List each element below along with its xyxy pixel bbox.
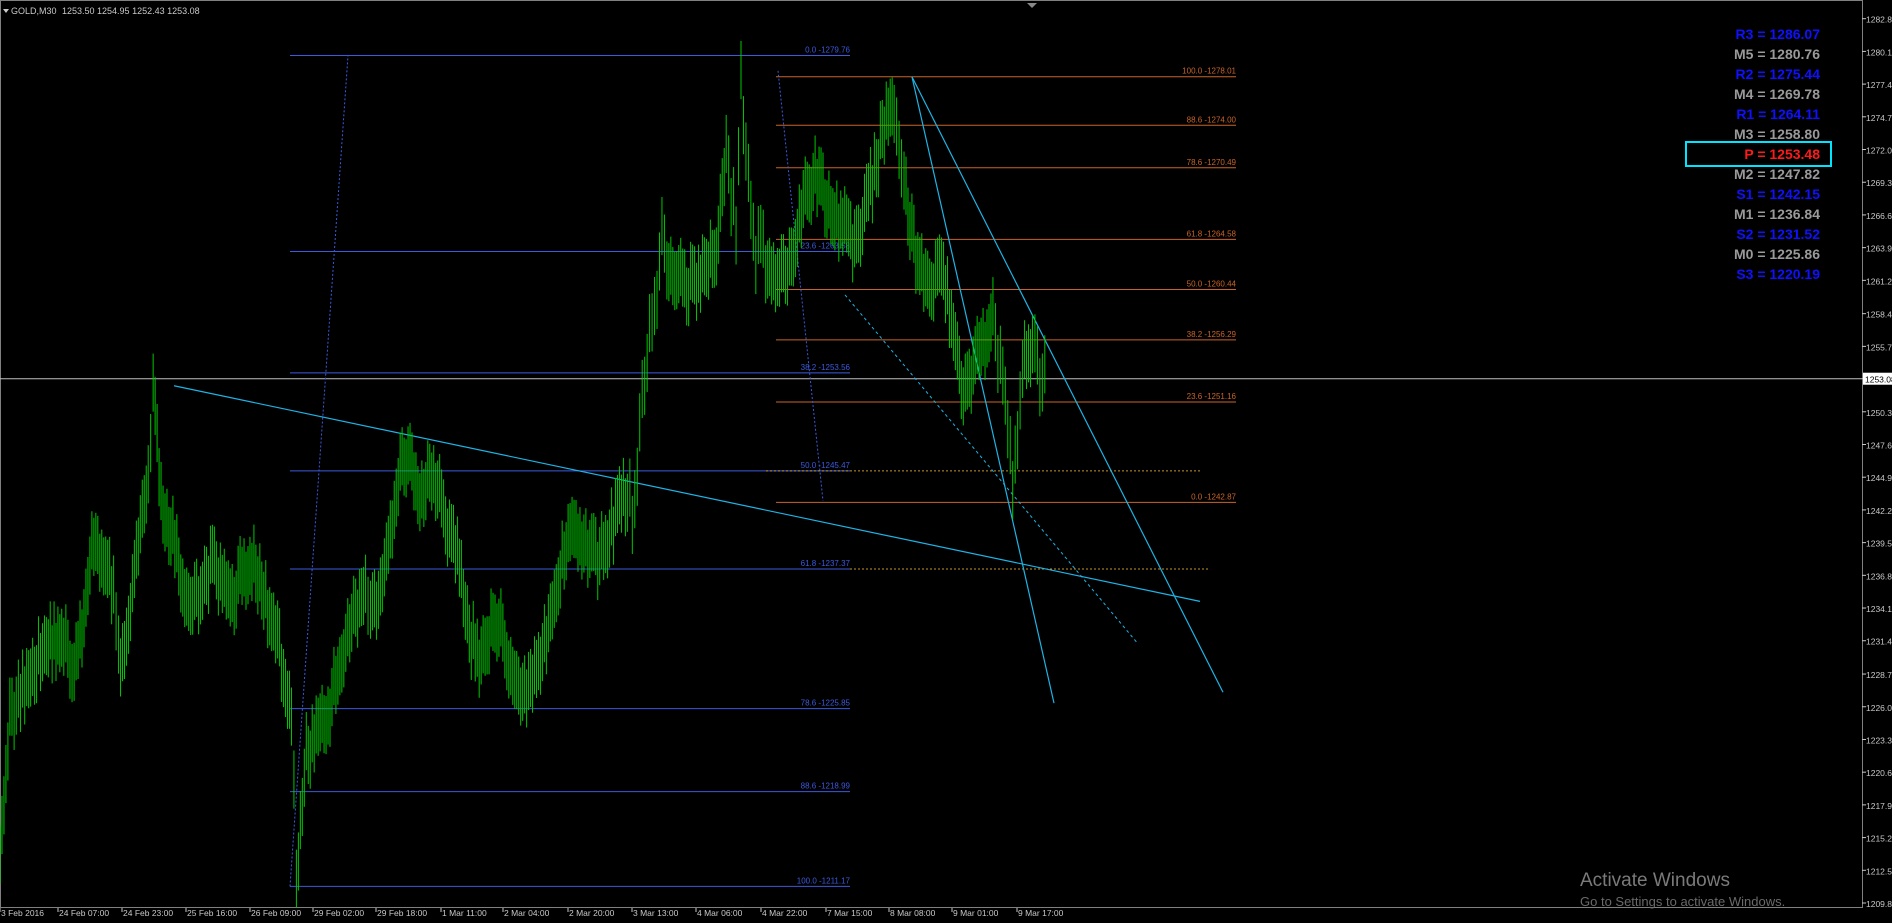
- y-tick-label: 1282.80: [1866, 15, 1892, 25]
- pivot-r2-label: R2 = 1275.44: [1736, 66, 1821, 82]
- watermark-title: Activate Windows: [1580, 870, 1730, 891]
- x-tick-label: 29 Feb 18:00: [377, 908, 427, 918]
- fib-retracement-label: 61.8 -1237.37: [801, 559, 851, 568]
- ohlc-readout: 1253.50 1254.95 1252.43 1253.08: [62, 6, 200, 16]
- fib-retracement-label: 0.0 -1279.76: [805, 46, 850, 55]
- fib-extension-anchor: [777, 70, 824, 501]
- pivot-m2-label: M2 = 1247.82: [1734, 166, 1820, 182]
- x-tick-label: 29 Feb 02:00: [314, 908, 364, 918]
- fib-extension-label: 50.0 -1260.44: [1187, 280, 1237, 289]
- x-tick-label: 3 Mar 13:00: [633, 908, 679, 918]
- x-tick-label: 7 Mar 15:00: [827, 908, 873, 918]
- x-tick-label: 3 Feb 2016: [1, 908, 44, 918]
- pivot-r3-label: R3 = 1286.07: [1736, 26, 1821, 42]
- y-tick-label: 1239.55: [1866, 539, 1892, 549]
- fib-retracement-label: 78.6 -1225.85: [801, 699, 851, 708]
- y-tick-label: 1236.85: [1866, 571, 1892, 581]
- pivot-s3-label: S3 = 1220.19: [1736, 266, 1820, 282]
- y-tick-label: 1280.10: [1866, 47, 1892, 57]
- y-tick-label: 1247.65: [1866, 440, 1892, 450]
- pivot-m5-label: M5 = 1280.76: [1734, 46, 1820, 62]
- fib-extension-label: 78.6 -1270.49: [1187, 158, 1237, 167]
- y-tick-label: 1209.80: [1866, 899, 1892, 909]
- pivot-r1-label: R1 = 1264.11: [1736, 106, 1820, 122]
- fib-extension-label: 0.0 -1242.87: [1191, 492, 1236, 501]
- fib-retracement-label: 50.0 -1245.47: [801, 461, 851, 470]
- y-tick-label: 1242.25: [1866, 506, 1892, 516]
- x-tick-label: 9 Mar 17:00: [1018, 908, 1064, 918]
- x-tick-label: 4 Mar 22:00: [762, 908, 808, 918]
- pivot-m3-label: M3 = 1258.80: [1734, 126, 1820, 142]
- pivot-m1-label: M1 = 1236.84: [1734, 206, 1820, 222]
- fib-retracement-label: 100.0 -1211.17: [797, 876, 851, 885]
- x-tick-label: 2 Mar 04:00: [504, 908, 550, 918]
- y-tick-label: 1272.00: [1866, 146, 1892, 156]
- x-tick-label: 9 Mar 01:00: [953, 908, 999, 918]
- trendline-channel-left: [911, 76, 1055, 704]
- fib-extension-label: 88.6 -1274.00: [1187, 115, 1237, 124]
- y-tick-label: 1250.35: [1866, 408, 1892, 418]
- y-tick-label: 1274.70: [1866, 113, 1892, 123]
- pivot-p-label: P = 1253.48: [1744, 146, 1820, 162]
- plot-frame: [0, 0, 1863, 908]
- y-tick-label: 1215.20: [1866, 834, 1892, 844]
- y-tick-label: 1220.60: [1866, 768, 1892, 778]
- y-tick-label: 1266.60: [1866, 211, 1892, 221]
- y-tick-label: 1223.30: [1866, 735, 1892, 745]
- pivot-m4-label: M4 = 1269.78: [1734, 86, 1820, 102]
- y-tick-label: 1217.90: [1866, 801, 1892, 811]
- y-tick-label: 1269.30: [1866, 178, 1892, 188]
- pivot-s2-label: S2 = 1231.52: [1736, 226, 1820, 242]
- watermark-subtitle: Go to Settings to activate Windows.: [1580, 894, 1785, 909]
- collapse-triangle-icon: [3, 9, 9, 13]
- price-chart[interactable]: GOLD,M30 1253.50 1254.95 1252.43 1253.08 1…: [0, 0, 1892, 923]
- x-tick-label: 26 Feb 09:00: [251, 908, 301, 918]
- pivot-s1-label: S1 = 1242.15: [1736, 186, 1820, 202]
- fib-retracement-label: 88.6 -1218.99: [801, 782, 851, 791]
- trendline-channel-right: [911, 76, 1224, 693]
- y-tick-label: 1261.20: [1866, 276, 1892, 286]
- fib-extension-label: 61.8 -1264.58: [1187, 229, 1237, 238]
- x-tick-label: 1 Mar 11:00: [442, 908, 487, 918]
- x-tick-label: 4 Mar 06:00: [697, 908, 743, 918]
- y-tick-label: 1228.70: [1866, 670, 1892, 680]
- y-tick-label: 1244.95: [1866, 473, 1892, 483]
- trendline-dashed: [844, 294, 1139, 645]
- y-tick-label: 1212.50: [1866, 866, 1892, 876]
- y-tick-label: 1234.15: [1866, 604, 1892, 614]
- fib-retracement-label: 38.2 -1253.56: [801, 363, 851, 372]
- y-tick-label: 1255.75: [1866, 342, 1892, 352]
- x-tick-label: 8 Mar 08:00: [890, 908, 936, 918]
- x-tick-label: 2 Mar 20:00: [569, 908, 615, 918]
- x-tick-label: 24 Feb 07:00: [59, 908, 109, 918]
- top-marker-icon: [1027, 3, 1037, 8]
- fib-extension-label: 23.6 -1251.16: [1187, 392, 1237, 401]
- y-tick-label: 1277.40: [1866, 80, 1892, 90]
- x-tick-label: 24 Feb 23:00: [123, 908, 173, 918]
- y-tick-label: 1253.08: [1865, 375, 1892, 385]
- y-tick-label: 1258.45: [1866, 310, 1892, 320]
- fib-extension-label: 38.2 -1256.29: [1187, 330, 1237, 339]
- pivot-m0-label: M0 = 1225.86: [1734, 246, 1820, 262]
- x-tick-label: 25 Feb 16:00: [187, 908, 237, 918]
- fib-extension-label: 100.0 -1278.01: [1182, 67, 1236, 76]
- y-tick-label: 1231.45: [1866, 637, 1892, 647]
- y-tick-label: 1263.90: [1866, 244, 1892, 254]
- symbol-header: GOLD,M30: [11, 6, 57, 16]
- y-tick-label: 1226.00: [1866, 703, 1892, 713]
